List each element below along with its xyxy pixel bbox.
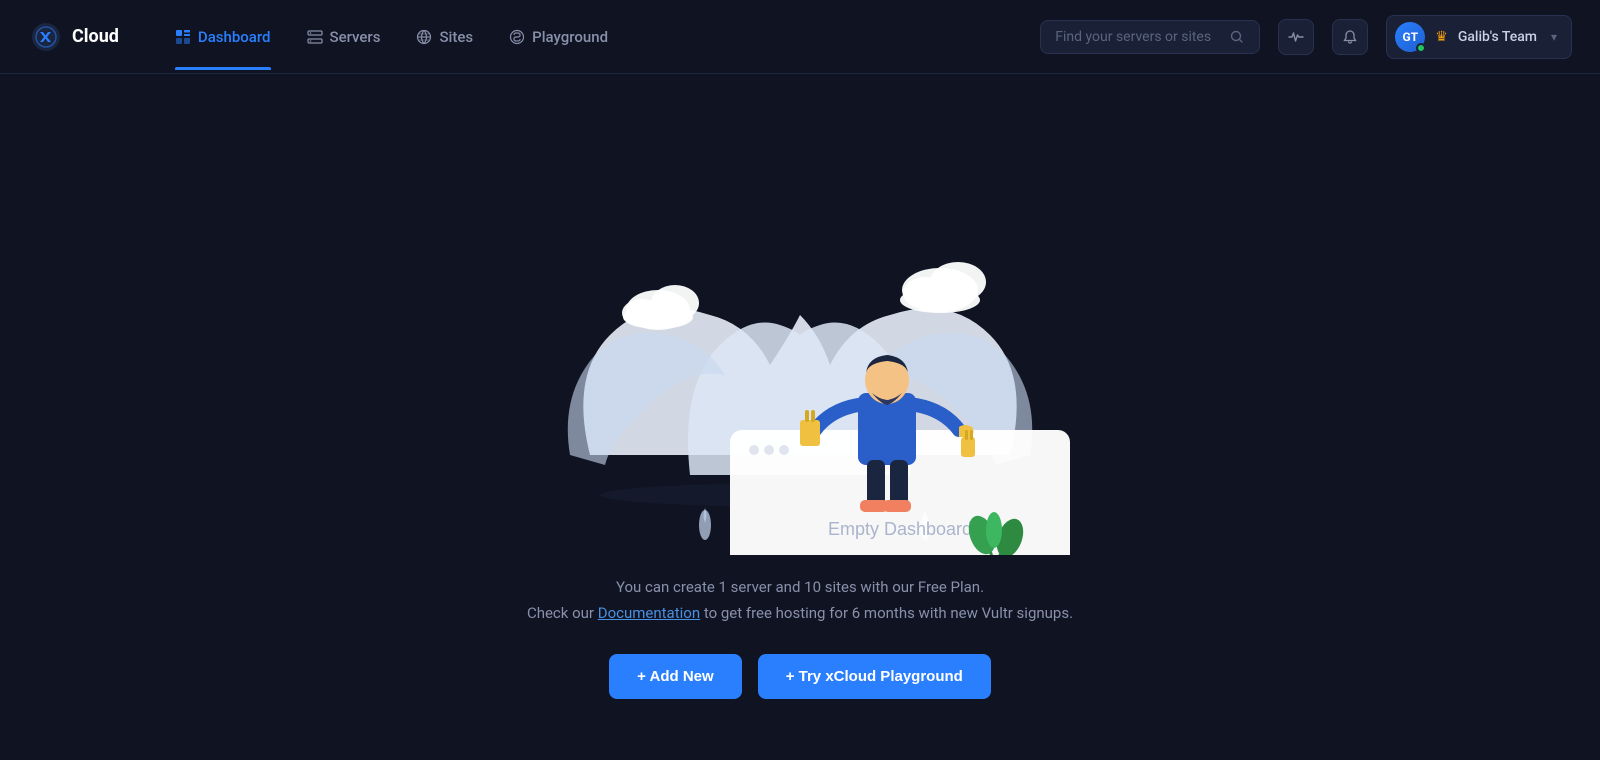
navbar: Cloud Dashboard [0,0,1600,74]
logo-icon [28,19,64,55]
chevron-down-icon: ▾ [1551,30,1557,44]
description-line2: Check our Documentation to get free host… [527,601,1073,627]
nav-label-servers: Servers [330,28,381,46]
activity-button[interactable] [1278,19,1314,55]
bell-icon [1342,29,1358,45]
activity-icon [1288,29,1304,45]
empty-dashboard-illustration: Empty Dashboard [510,135,1090,555]
illustration-container: Empty Dashboard [510,135,1090,555]
logo-text: Cloud [72,26,119,47]
nav-links: Dashboard Servers [159,4,1040,70]
search-icon [1229,29,1245,45]
nav-item-playground[interactable]: Playground [493,4,624,70]
try-playground-button[interactable]: + Try xCloud Playground [758,654,991,699]
sites-icon [416,29,432,45]
svg-text:Empty Dashboard: Empty Dashboard [828,519,972,539]
description-text-block: You can create 1 server and 10 sites wit… [527,575,1073,626]
documentation-link[interactable]: Documentation [598,604,700,622]
avatar-initials: GT [1402,30,1418,44]
nav-label-sites: Sites [439,28,473,46]
servers-icon [307,29,323,45]
action-buttons: + Add New + Try xCloud Playground [609,654,991,699]
playground-icon [509,29,525,45]
search-placeholder: Find your servers or sites [1055,29,1211,45]
nav-label-playground: Playground [532,28,608,46]
user-name: Galib's Team [1458,29,1537,45]
avatar-badge [1416,43,1426,53]
crown-icon: ♛ [1435,29,1448,45]
main-content: Empty Dashboard [0,74,1600,760]
notification-button[interactable] [1332,19,1368,55]
navbar-right: Find your servers or sites GT ♛ Galib [1040,15,1572,59]
nav-item-sites[interactable]: Sites [400,4,489,70]
description-line1: You can create 1 server and 10 sites wit… [527,575,1073,601]
logo[interactable]: Cloud [28,19,119,55]
avatar: GT [1395,22,1425,52]
add-new-button[interactable]: + Add New [609,654,742,699]
nav-label-dashboard: Dashboard [198,28,271,46]
user-menu[interactable]: GT ♛ Galib's Team ▾ [1386,15,1572,59]
nav-item-servers[interactable]: Servers [291,4,397,70]
nav-item-dashboard[interactable]: Dashboard [159,4,287,70]
dashboard-icon [175,29,191,45]
search-box[interactable]: Find your servers or sites [1040,20,1260,54]
